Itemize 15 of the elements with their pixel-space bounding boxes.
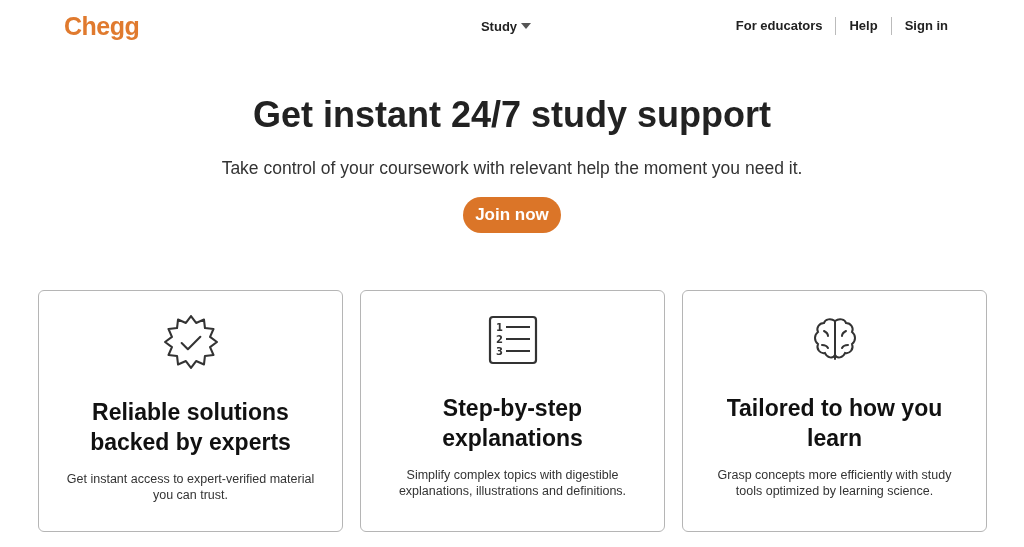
card-text: Simplify complex topics with digestible explanations, illustrations and definitions.	[397, 467, 628, 499]
study-menu[interactable]: Study	[480, 18, 532, 34]
nav-link[interactable]: Sign in	[890, 17, 948, 35]
hero-subtitle: Take control of your coursework with relevant help the moment you need it.	[221, 158, 803, 179]
badge-check-icon	[163, 315, 218, 369]
nav-link[interactable]: Help	[835, 17, 891, 35]
card-text: Get instant access to expert-verified material you can trust.	[65, 471, 316, 503]
caret-icon	[521, 23, 532, 29]
nav-link[interactable]: For educators	[722, 17, 836, 35]
card-title: Tailored to how you learn	[725, 394, 944, 453]
hero-title: Get instant 24/7 study support	[252, 94, 772, 136]
card-text: Grasp concepts more efficiently with study tools optimized by learning science.	[716, 467, 953, 499]
numbered-list-icon: 1 2 3	[487, 315, 538, 365]
card-title: Step-by-step explanations	[441, 394, 584, 453]
card-title: Reliable solutions backed by experts	[89, 398, 292, 457]
